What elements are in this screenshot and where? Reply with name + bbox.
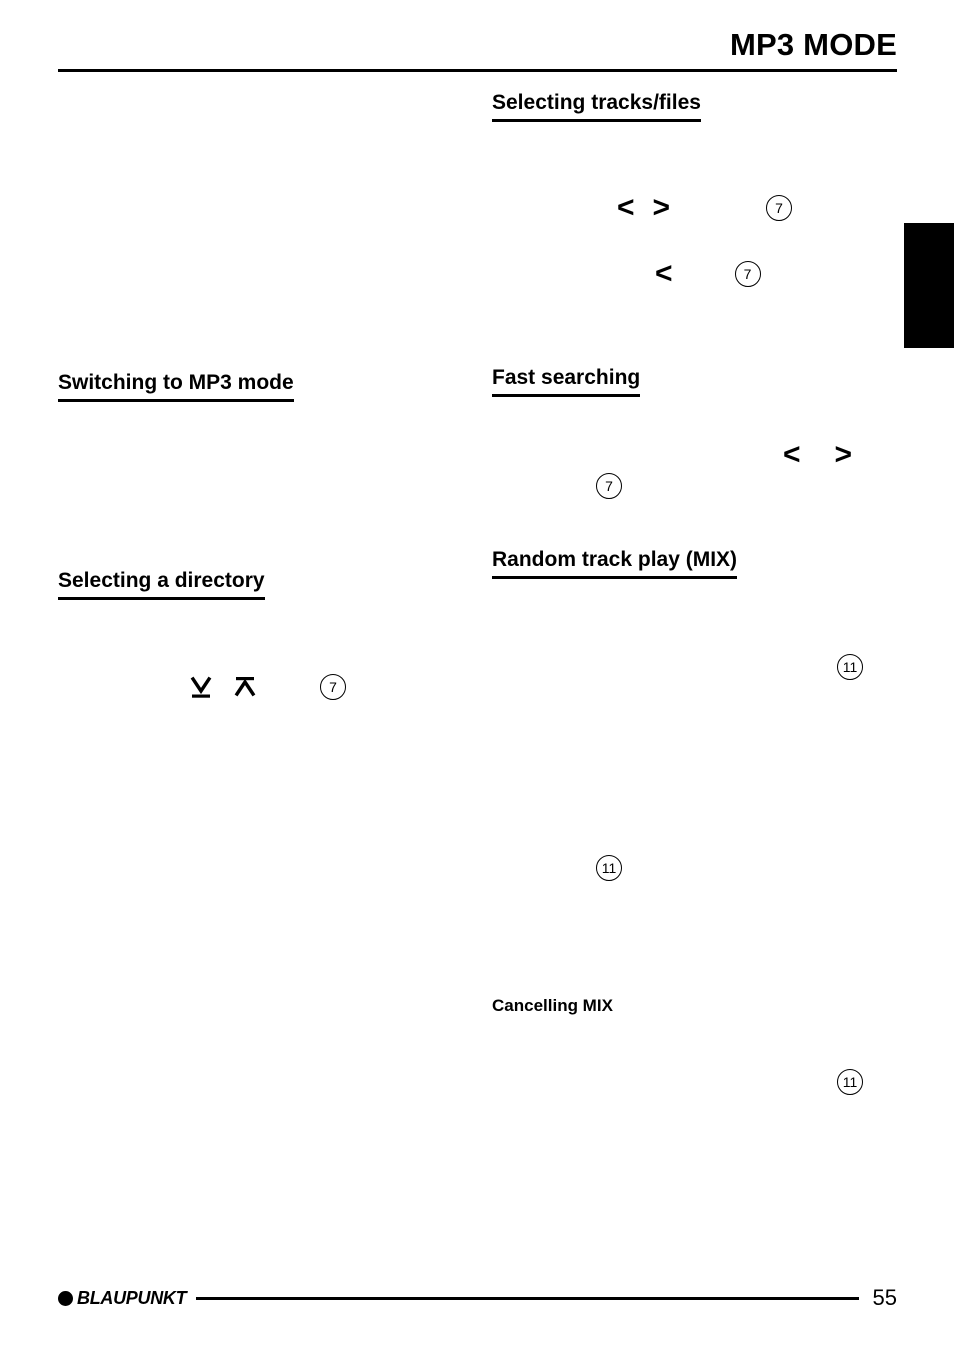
- chevron-right-icon: >: [834, 438, 853, 471]
- mix-reference-row-third: 11: [837, 1067, 863, 1097]
- left-column: Switching to MP3 mode Selecting a direct…: [58, 0, 458, 1349]
- footer-divider: [196, 1296, 859, 1300]
- page-footer: BLAUPUNKT 55: [58, 1283, 897, 1313]
- right-column: Selecting tracks/files < > 7 < 7 Fast se…: [492, 0, 892, 1349]
- reference-marker-7: 7: [596, 473, 622, 499]
- reference-marker-11: 11: [837, 1069, 863, 1095]
- brand-name: BLAUPUNKT: [77, 1288, 187, 1308]
- track-selection-controls-row: < > 7: [617, 191, 793, 224]
- arrow-down-to-bar-icon: [188, 672, 214, 702]
- reference-marker-7: 7: [734, 261, 761, 287]
- section-heading-random-track-play-mix: Random track play (MIX): [492, 547, 738, 579]
- arrow-up-to-bar-icon: [232, 672, 258, 702]
- brand-logo: BLAUPUNKT: [58, 1288, 187, 1308]
- directory-controls-row: 7: [188, 672, 346, 702]
- chevron-right-icon: >: [652, 191, 671, 224]
- fast-search-reference-row: 7: [596, 471, 622, 501]
- reference-marker-11: 11: [837, 654, 863, 680]
- brand-dot-icon: [58, 1290, 73, 1306]
- fast-search-controls-row: < >: [783, 440, 852, 470]
- reference-marker-7: 7: [320, 674, 346, 700]
- mix-reference-row-second: 11: [596, 853, 622, 883]
- chevron-left-icon: <: [617, 191, 635, 224]
- chevron-left-icon: <: [655, 257, 673, 290]
- previous-track-controls-row: < 7: [655, 259, 761, 289]
- reference-marker-7: 7: [766, 195, 793, 221]
- section-heading-switching-to-mp3-mode: Switching to MP3 mode: [58, 370, 294, 402]
- document-page: MP3 MODE Switching to MP3 mode Selecting…: [0, 0, 954, 1349]
- section-heading-selecting-a-directory: Selecting a directory: [58, 568, 265, 600]
- chapter-tab-marker: [904, 223, 954, 348]
- sub-heading-cancelling-mix: Cancelling MIX: [492, 996, 613, 1015]
- section-heading-fast-searching: Fast searching: [492, 365, 641, 397]
- reference-marker-11: 11: [596, 855, 622, 881]
- chevron-left-icon: <: [783, 438, 801, 471]
- page-number: 55: [872, 1285, 897, 1310]
- section-heading-selecting-tracks-files: Selecting tracks/files: [492, 90, 701, 122]
- mix-reference-row-first: 11: [837, 652, 863, 682]
